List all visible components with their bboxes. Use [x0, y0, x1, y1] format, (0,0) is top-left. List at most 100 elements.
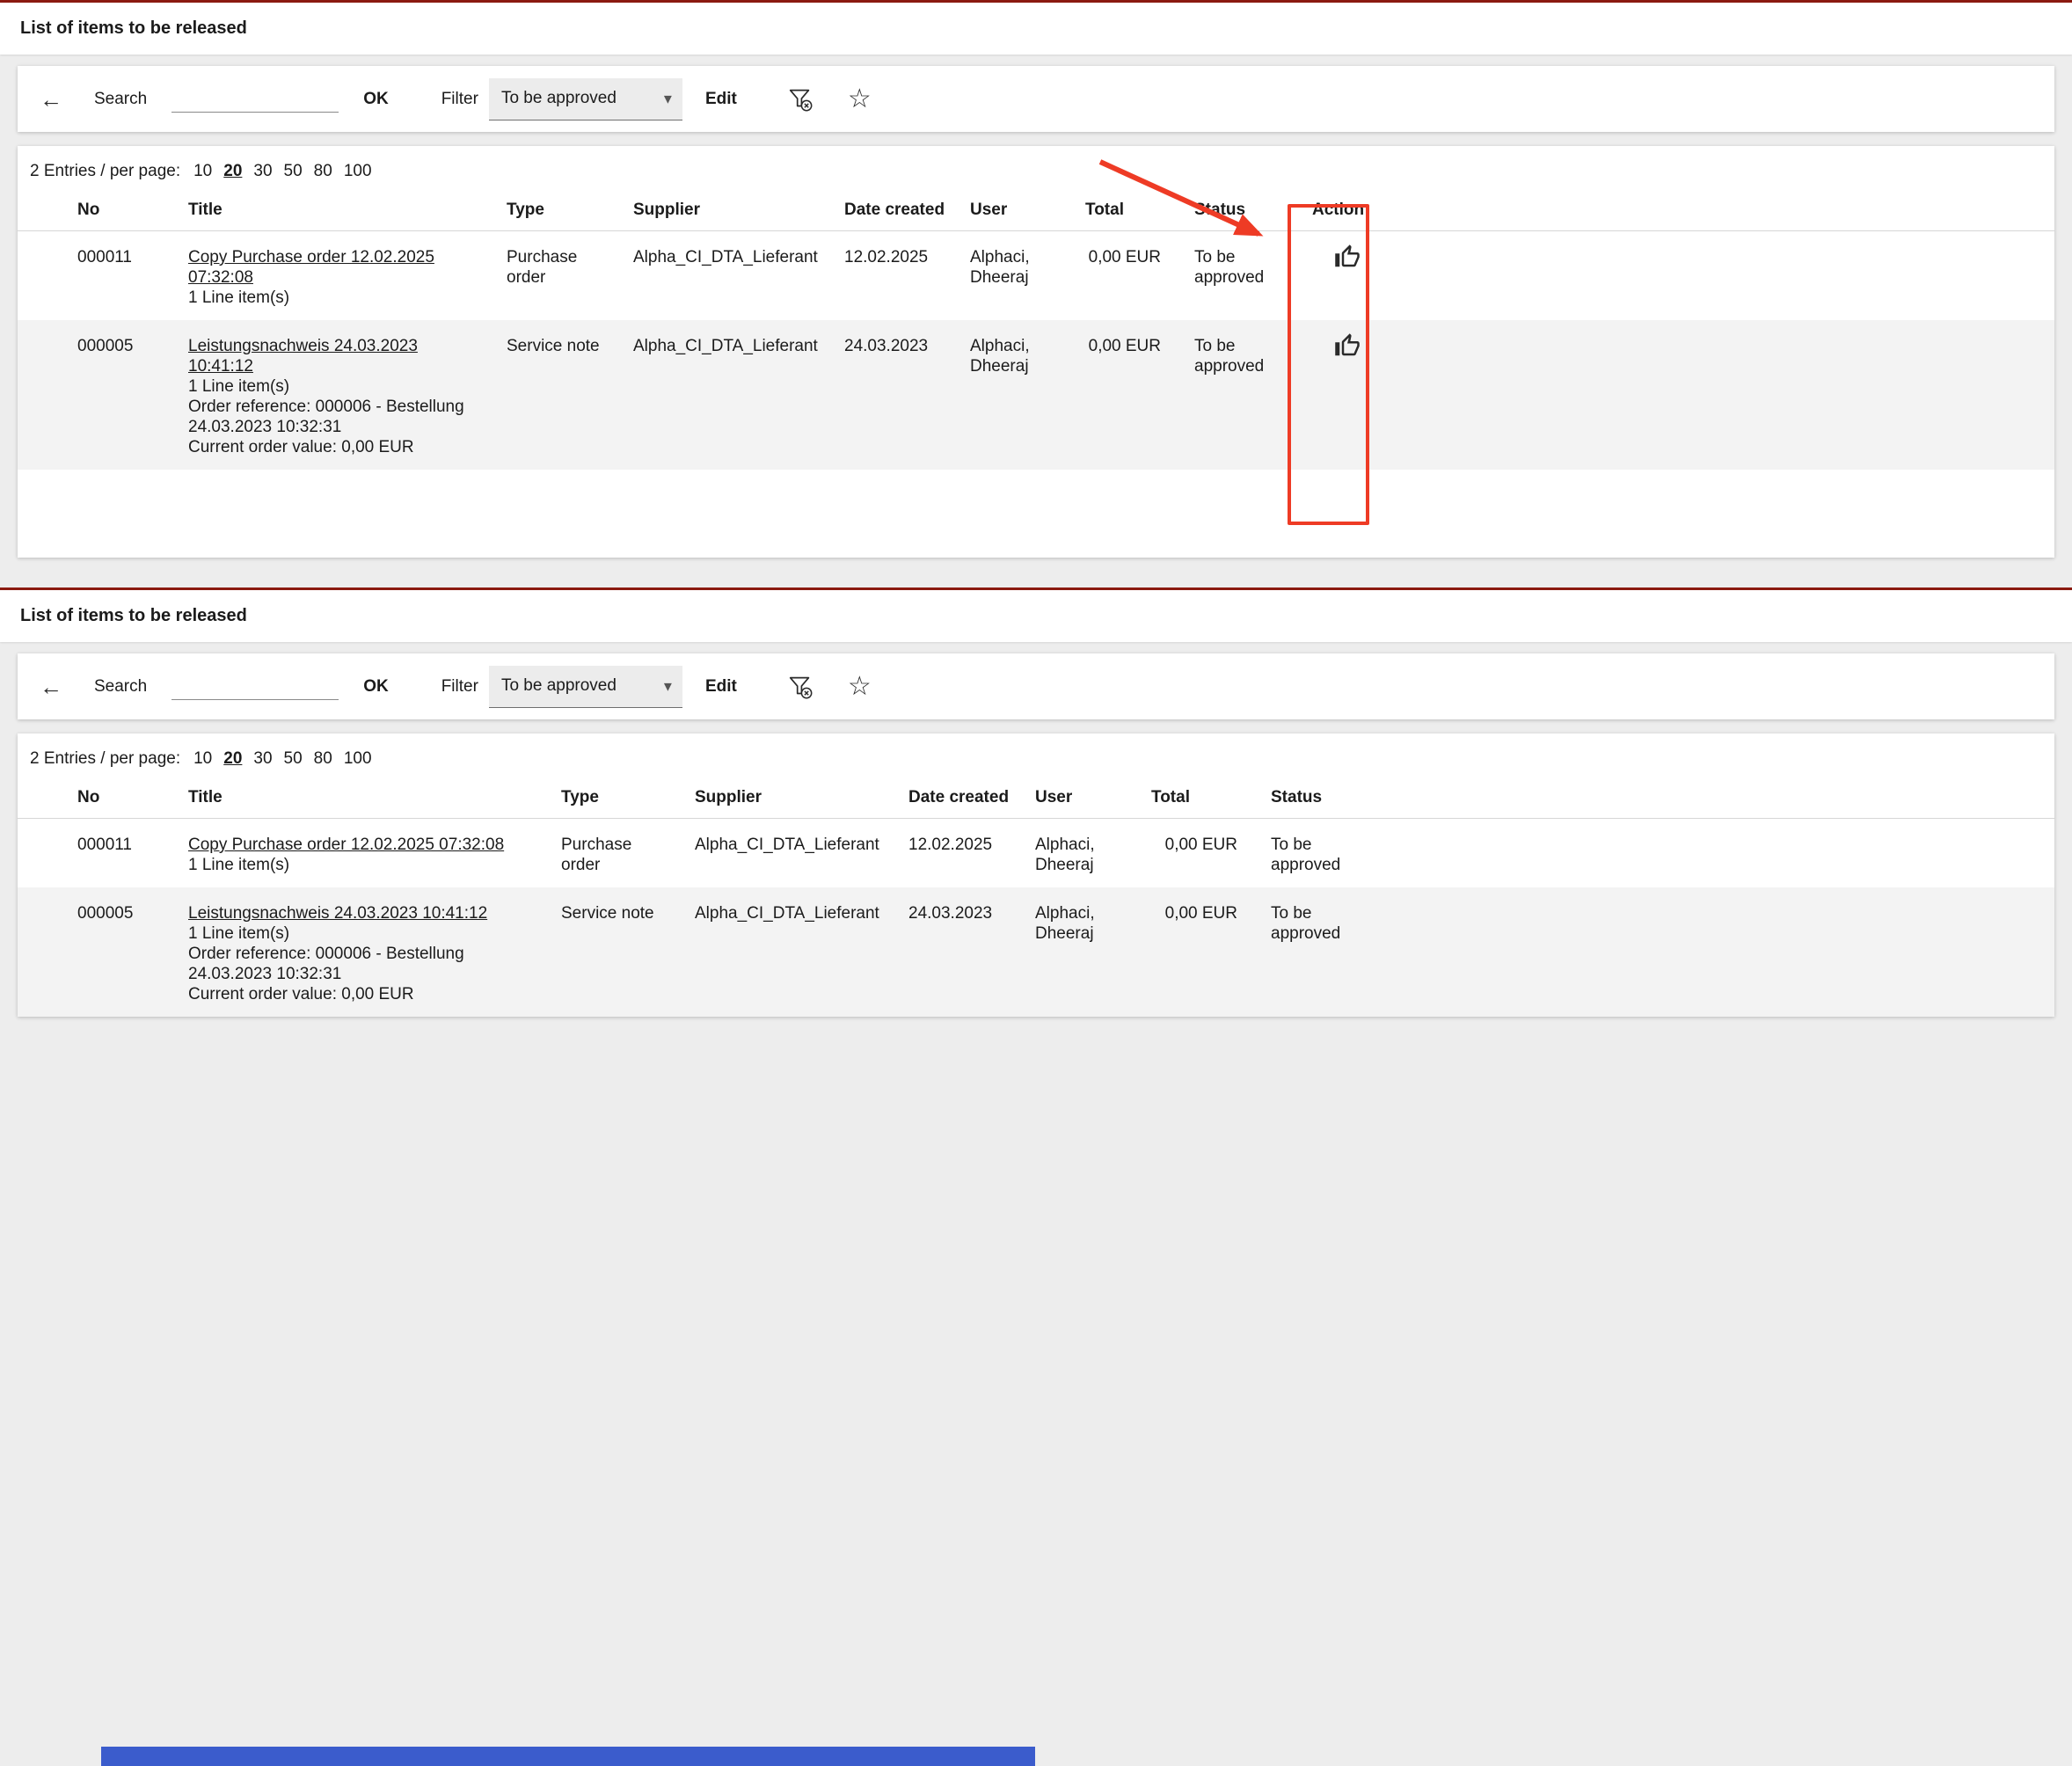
favorite-icon[interactable]: ☆ — [848, 86, 872, 113]
section-divider-rule — [0, 587, 2072, 590]
item-title-link[interactable]: Copy Purchase order 12.02.2025 07:32:08 — [188, 836, 504, 854]
search-label: Search — [94, 90, 147, 109]
cell-status: To be approved — [1177, 320, 1305, 470]
panel-plain: List of items to be released ← Search OK… — [0, 590, 2072, 1766]
cell-type: Service note — [544, 887, 677, 1017]
cell-type: Purchase order — [544, 819, 677, 888]
funnel-x-icon — [786, 673, 814, 701]
col-header-type: Type — [489, 189, 616, 231]
thumbs-up-icon — [1334, 244, 1361, 270]
page-size-option-selected[interactable]: 20 — [223, 749, 242, 769]
cell-type: Service note — [489, 320, 616, 470]
table-row: 000005 Leistungsnachweis 24.03.2023 10:4… — [18, 887, 2054, 1017]
cell-supplier: Alpha_CI_DTA_Lieferant — [677, 819, 891, 888]
page-header: List of items to be released — [0, 590, 2072, 642]
col-header-no: No — [18, 777, 171, 819]
page-size-option-selected[interactable]: 20 — [223, 162, 242, 181]
page-size-option[interactable]: 30 — [253, 749, 272, 769]
col-header-user: User — [1018, 777, 1148, 819]
col-header-status: Status — [1253, 777, 1390, 819]
thumbs-up-icon — [1334, 332, 1361, 359]
filter-label: Filter — [441, 90, 478, 109]
cell-user: Alphaci, Dheeraj — [952, 231, 1082, 321]
table-row: 000005 Leistungsnachweis 24.03.2023 10:4… — [18, 320, 2054, 470]
col-header-status: Status — [1177, 189, 1305, 231]
page-size-option[interactable]: 100 — [344, 749, 372, 769]
chevron-down-icon: ▾ — [664, 90, 672, 108]
page-size-option[interactable]: 50 — [284, 162, 303, 181]
cell-title: Copy Purchase order 12.02.2025 07:32:08 … — [171, 819, 544, 888]
status-filter-dropdown[interactable]: To be approved ▾ — [489, 666, 682, 708]
col-header-title: Title — [171, 777, 544, 819]
back-arrow-icon[interactable]: ← — [40, 675, 62, 698]
cell-date-created: 12.02.2025 — [827, 231, 952, 321]
cell-filler — [1390, 320, 2054, 470]
page-size-option[interactable]: 10 — [193, 749, 212, 769]
page-header: List of items to be released — [0, 3, 2072, 55]
horizontal-scrollbar-thumb[interactable] — [101, 1747, 1035, 1766]
cell-user: Alphaci, Dheeraj — [1018, 887, 1148, 1017]
favorite-icon[interactable]: ☆ — [848, 674, 872, 700]
item-title-link[interactable]: Leistungsnachweis 24.03.2023 10:41:12 — [188, 904, 487, 923]
cell-date-created: 24.03.2023 — [891, 887, 1018, 1017]
col-header-filler — [1390, 189, 2054, 231]
cell-filler — [1390, 887, 2054, 1017]
table-row: 000011 Copy Purchase order 12.02.2025 07… — [18, 819, 2054, 888]
status-filter-dropdown[interactable]: To be approved ▾ — [489, 78, 682, 120]
item-title-link[interactable]: Leistungsnachweis 24.03.2023 10:41:12 — [188, 337, 418, 376]
cell-supplier: Alpha_CI_DTA_Lieferant — [616, 231, 827, 321]
page-size-option[interactable]: 30 — [253, 162, 272, 181]
results-card: 2 Entries / per page: 10 20 30 50 80 100… — [18, 146, 2054, 558]
entries-count-label: 2 Entries / per page: — [30, 162, 180, 181]
col-header-title: Title — [171, 189, 489, 231]
cell-total: 0,00 EUR — [1148, 887, 1253, 1017]
clear-filter-icon[interactable] — [786, 673, 814, 701]
cell-action — [1305, 320, 1390, 470]
cell-total: 0,00 EUR — [1082, 320, 1177, 470]
cell-user: Alphaci, Dheeraj — [1018, 819, 1148, 888]
search-input[interactable] — [171, 674, 339, 700]
edit-button[interactable]: Edit — [705, 677, 737, 697]
ok-button[interactable]: OK — [363, 90, 389, 109]
items-table: No Title Type Supplier Date created User… — [18, 777, 2054, 1017]
ok-button[interactable]: OK — [363, 677, 389, 697]
order-reference-text: Order reference: 000006 - Bestellung 24.… — [188, 944, 536, 984]
screen: List of items to be released ← Search OK… — [0, 0, 2072, 1766]
chevron-down-icon: ▾ — [664, 677, 672, 696]
cell-filler — [1390, 819, 2054, 888]
page-size-option[interactable]: 100 — [344, 162, 372, 181]
cell-supplier: Alpha_CI_DTA_Lieferant — [677, 887, 891, 1017]
col-header-total: Total — [1082, 189, 1177, 231]
table-row: 000011 Copy Purchase order 12.02.2025 07… — [18, 231, 2054, 321]
toolbar: ← Search OK Filter To be approved ▾ Edit… — [18, 653, 2054, 719]
cell-filler — [1390, 231, 2054, 321]
cell-total: 0,00 EUR — [1082, 231, 1177, 321]
status-filter-value: To be approved — [501, 89, 616, 108]
order-reference-text: Order reference: 000006 - Bestellung 24.… — [188, 397, 482, 437]
item-title-link[interactable]: Copy Purchase order 12.02.2025 07:32:08 — [188, 248, 434, 287]
cell-status: To be approved — [1177, 231, 1305, 321]
order-value-text: Current order value: 0,00 EUR — [188, 984, 536, 1004]
cell-type: Purchase order — [489, 231, 616, 321]
page-size-option[interactable]: 80 — [314, 749, 332, 769]
cell-status: To be approved — [1253, 887, 1390, 1017]
approve-button[interactable] — [1332, 242, 1362, 274]
col-header-no: No — [18, 189, 171, 231]
back-arrow-icon[interactable]: ← — [40, 88, 62, 111]
search-input[interactable] — [171, 86, 339, 113]
page-size-option[interactable]: 10 — [193, 162, 212, 181]
order-value-text: Current order value: 0,00 EUR — [188, 437, 482, 457]
page-size-option[interactable]: 50 — [284, 749, 303, 769]
pagination-bar: 2 Entries / per page: 10 20 30 50 80 100 — [18, 146, 2054, 189]
edit-button[interactable]: Edit — [705, 90, 737, 109]
table-header-row: No Title Type Supplier Date created User… — [18, 777, 2054, 819]
status-filter-value: To be approved — [501, 676, 616, 696]
cell-user: Alphaci, Dheeraj — [952, 320, 1082, 470]
clear-filter-icon[interactable] — [786, 85, 814, 113]
filter-label: Filter — [441, 677, 478, 697]
col-header-date-created: Date created — [827, 189, 952, 231]
col-header-supplier: Supplier — [677, 777, 891, 819]
col-header-type: Type — [544, 777, 677, 819]
approve-button[interactable] — [1332, 331, 1362, 363]
page-size-option[interactable]: 80 — [314, 162, 332, 181]
